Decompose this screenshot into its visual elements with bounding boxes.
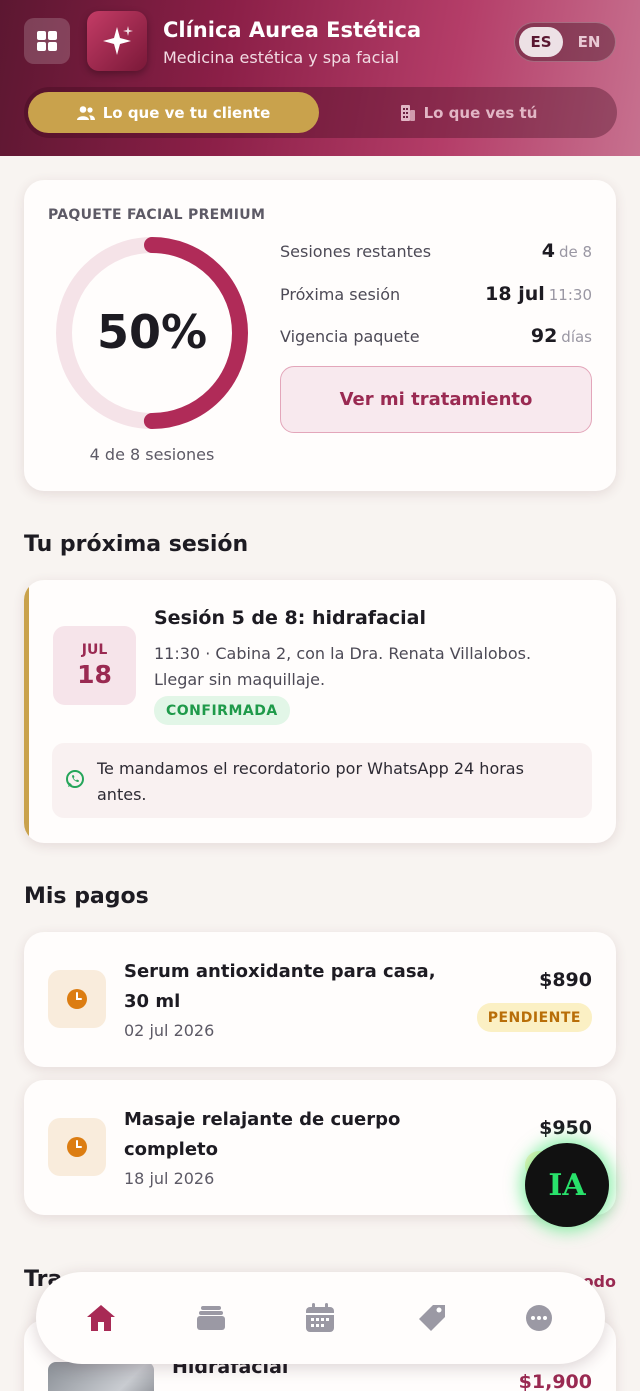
language-switch: ES EN — [514, 22, 616, 62]
brand-name: Clínica Aurea Estética — [163, 18, 422, 42]
stat-next-label: Próxima sesión — [280, 285, 401, 304]
stat-validity-label: Vigencia paquete — [280, 327, 420, 346]
nav-home[interactable] — [77, 1294, 125, 1342]
payment-item[interactable]: Serum antioxidante para casa, 30 ml 02 j… — [24, 932, 616, 1067]
payment-status-badge: PENDIENTE — [476, 1003, 592, 1032]
stat-next-unit: 11:30 — [548, 286, 592, 304]
session-detail: 11:30 · Cabina 2, con la Dra. Renata Vil… — [154, 644, 532, 689]
home-icon — [87, 1305, 115, 1331]
more-icon — [526, 1305, 552, 1331]
stat-remaining-value: 4 — [541, 240, 555, 262]
package-card: PAQUETE FACIAL PREMIUM 50% 4 de 8 sesion… — [24, 180, 616, 491]
stat-remaining: Sesiones restantes 4 de 8 — [280, 240, 592, 270]
package-title: PAQUETE FACIAL PREMIUM — [48, 207, 266, 223]
treatment-price: $1,900 — [518, 1371, 592, 1391]
stat-validity-value: 92 — [530, 325, 558, 347]
payment-date: 18 jul 2026 — [124, 1169, 215, 1188]
nav-more[interactable] — [515, 1294, 563, 1342]
stat-remaining-label: Sesiones restantes — [280, 242, 432, 261]
app-header: Clínica Aurea Estética Medicina estética… — [0, 0, 640, 156]
payments-heading: Mis pagos — [24, 884, 149, 909]
session-date-box: JUL 18 — [53, 626, 136, 705]
grid-icon — [37, 31, 57, 51]
stat-next-value: 18 jul — [485, 283, 545, 305]
calendar-icon — [306, 1303, 334, 1332]
pending-clock-icon — [48, 970, 106, 1028]
stat-validity: Vigencia paquete 92 días — [280, 325, 592, 355]
view-you-label: Lo que ves tú — [423, 103, 538, 122]
payment-date: 02 jul 2026 — [124, 1021, 215, 1040]
session-day: 18 — [77, 660, 112, 689]
progress-percent: 50% — [96, 305, 208, 359]
view-you-tab[interactable]: Lo que ves tú — [324, 92, 613, 133]
tag-icon — [419, 1305, 445, 1331]
session-accent-bar — [24, 580, 29, 843]
next-session-card[interactable]: JUL 18 Sesión 5 de 8: hidrafacial 11:30 … — [24, 580, 616, 843]
ai-assistant-button[interactable]: IA — [525, 1143, 609, 1227]
stat-remaining-unit: de 8 — [558, 243, 592, 261]
lang-es-button[interactable]: ES — [519, 27, 563, 57]
nav-offers[interactable] — [406, 1294, 454, 1342]
payment-title: Serum antioxidante para casa, 30 ml — [124, 961, 436, 1012]
nav-calendar[interactable] — [296, 1294, 344, 1342]
view-treatment-button[interactable]: Ver mi tratamiento — [280, 366, 592, 433]
view-client-label: Lo que ve tu cliente — [102, 103, 271, 122]
session-month: JUL — [81, 642, 108, 658]
session-status-badge: CONFIRMADA — [154, 696, 290, 725]
stat-next-session: Próxima sesión 18 jul 11:30 — [280, 283, 592, 313]
lang-en-button[interactable]: EN — [567, 27, 611, 57]
whatsapp-reminder-text: Te mandamos el recordatorio por WhatsApp… — [97, 759, 524, 804]
brand-subtitle: Medicina estética y spa facial — [163, 48, 400, 67]
nav-packages[interactable] — [187, 1294, 235, 1342]
bottom-nav — [36, 1272, 605, 1364]
stat-validity-unit: días — [561, 328, 592, 346]
view-client-tab[interactable]: Lo que ve tu cliente — [28, 92, 319, 133]
session-title: Sesión 5 de 8: hidrafacial — [154, 607, 426, 629]
whatsapp-icon — [66, 770, 84, 788]
clinic-logo — [87, 11, 147, 71]
view-toggle: Lo que ve tu cliente Lo que ves tú — [24, 87, 617, 138]
layers-icon — [197, 1306, 225, 1330]
payment-amount: $950 — [539, 1117, 592, 1139]
payment-title: Masaje relajante de cuerpo completo — [124, 1109, 401, 1160]
next-session-heading: Tu próxima sesión — [24, 532, 249, 557]
users-icon — [76, 105, 95, 120]
sparkle-icon — [103, 26, 133, 55]
menu-grid-button[interactable] — [24, 18, 70, 64]
progress-caption: 4 de 8 sesiones — [89, 445, 215, 464]
whatsapp-reminder: Te mandamos el recordatorio por WhatsApp… — [52, 743, 592, 818]
pending-clock-icon — [48, 1118, 106, 1176]
payment-amount: $890 — [539, 969, 592, 991]
building-icon — [400, 104, 415, 121]
treatment-image — [48, 1362, 154, 1391]
